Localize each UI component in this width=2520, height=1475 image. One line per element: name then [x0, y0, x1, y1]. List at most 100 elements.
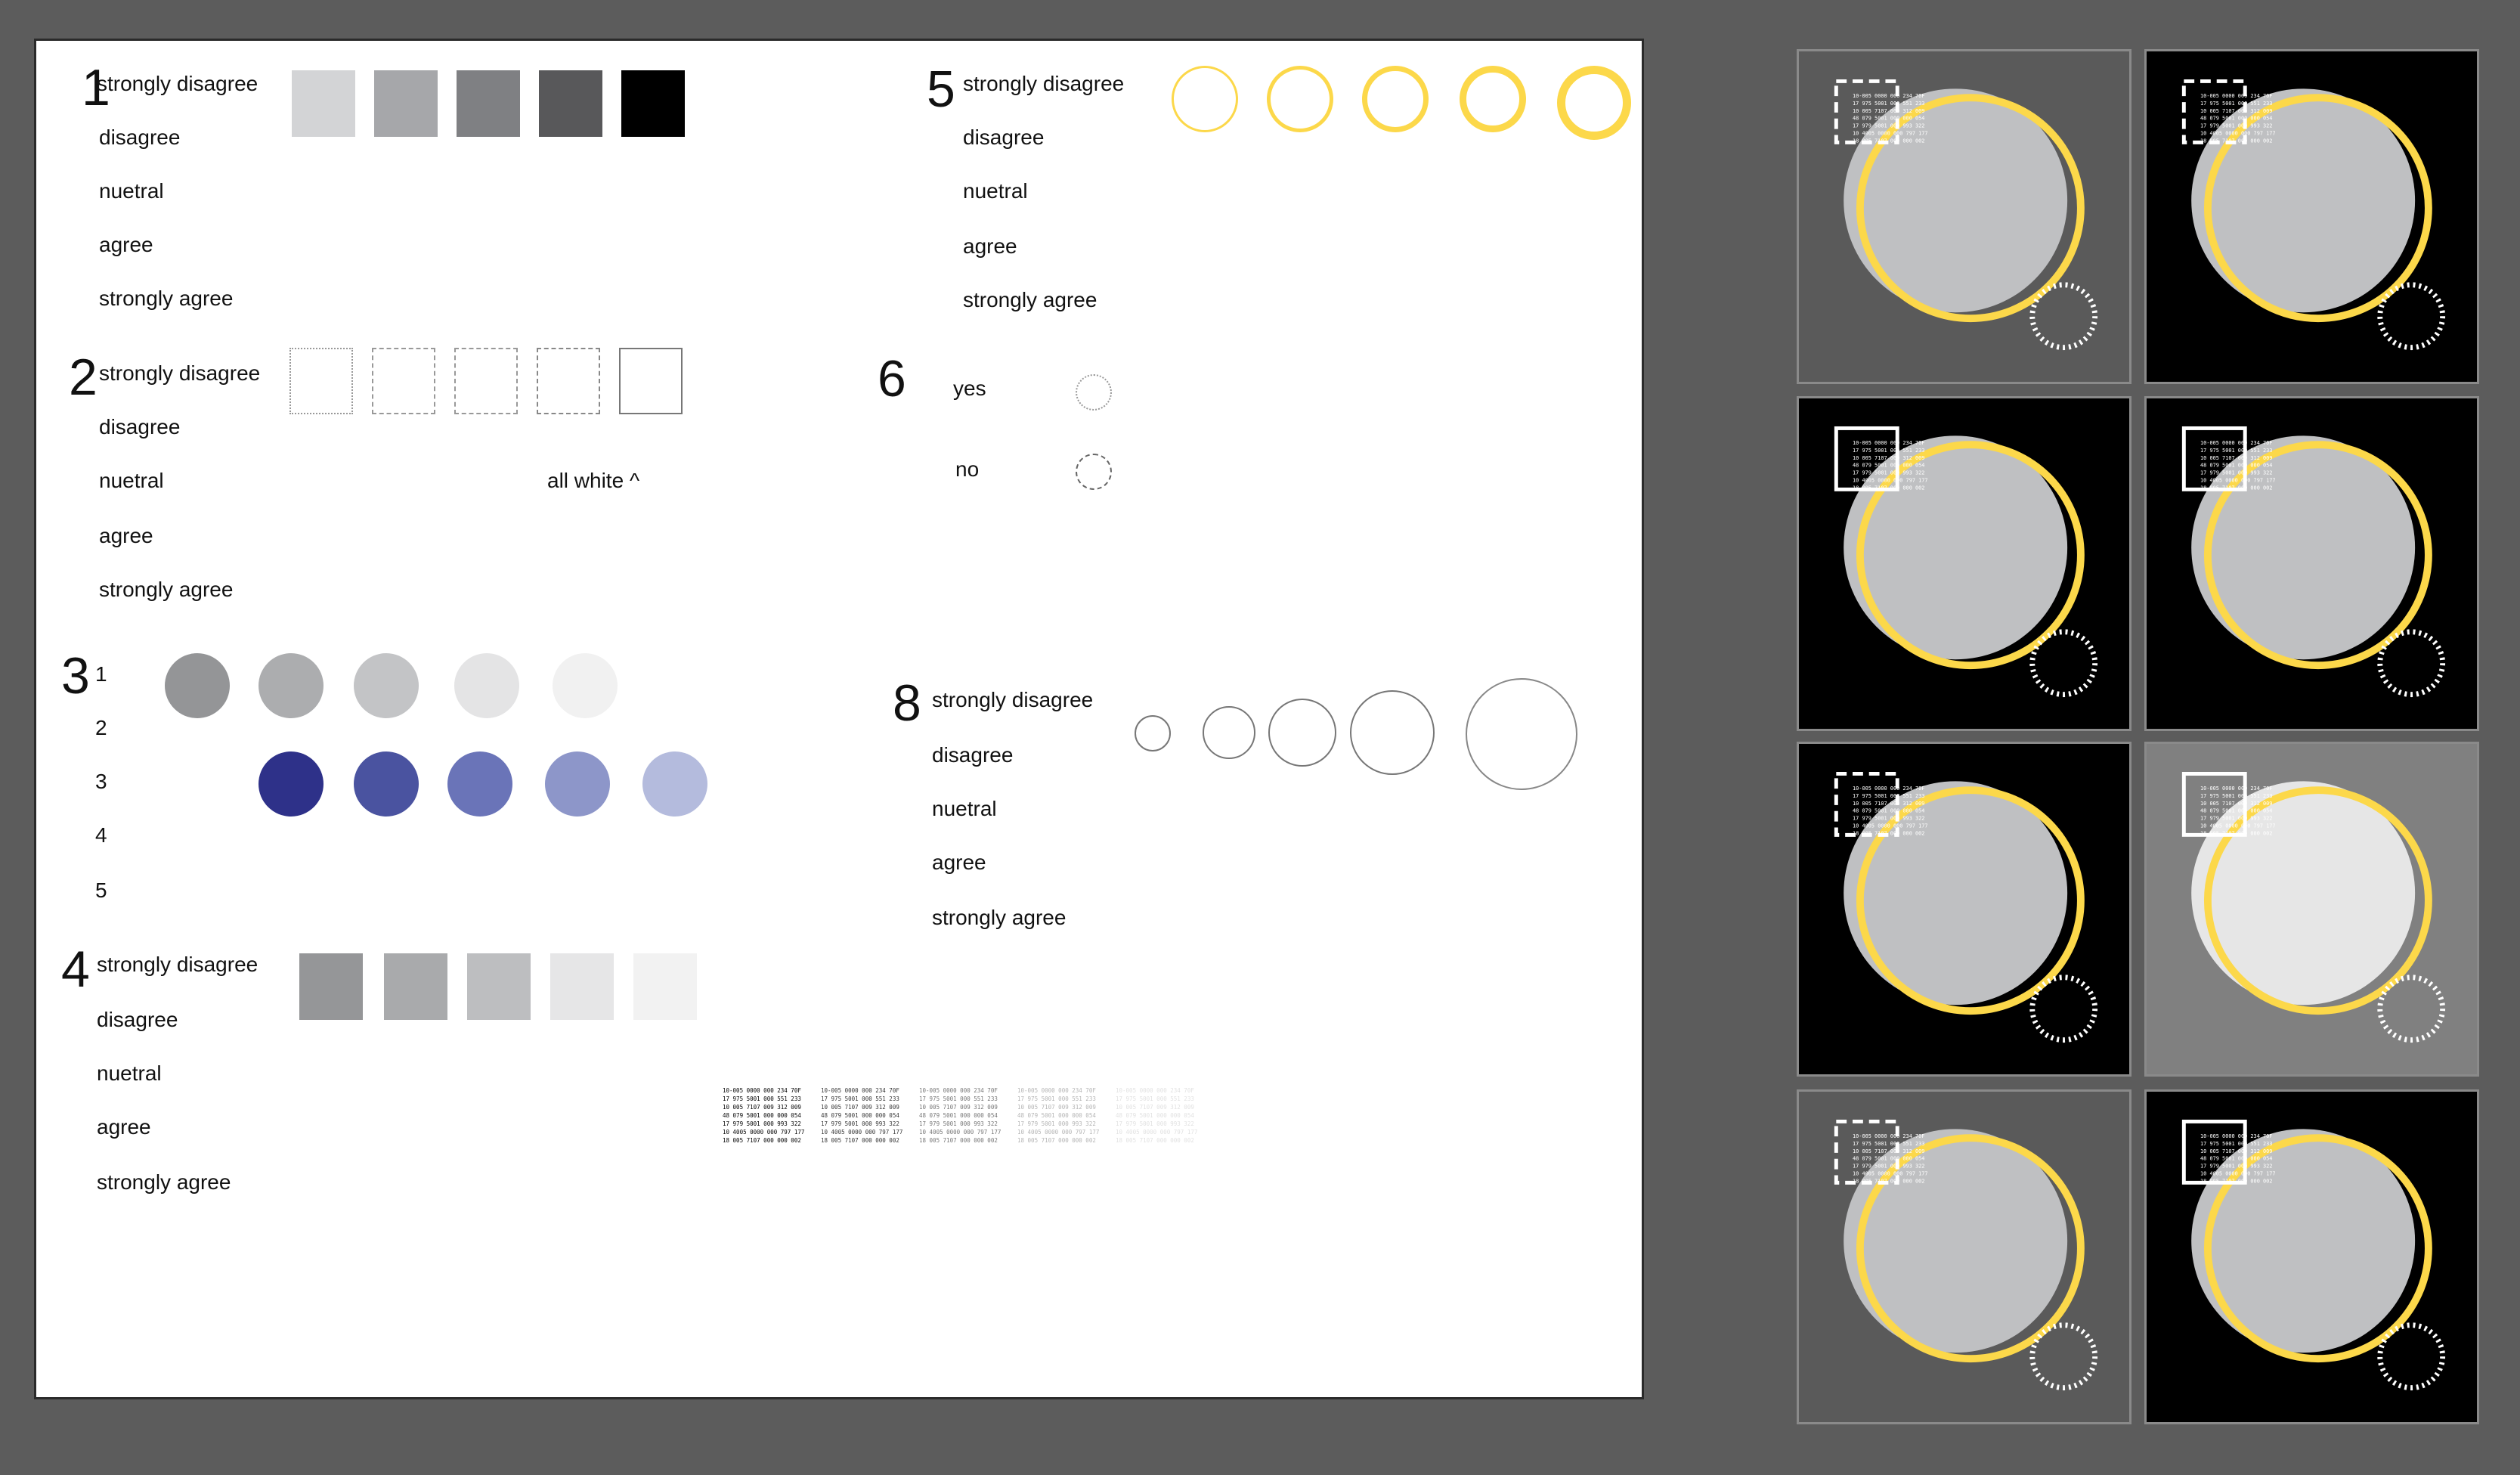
label-strongly-agree: strongly agree — [99, 287, 234, 310]
label-nuetral: nuetral — [99, 179, 164, 203]
numeric-text-line: 18 005 7107 000 000 002 — [2200, 830, 2272, 836]
outline-swatch-1 — [289, 348, 353, 414]
numeric-text-line: 17 979 5001 000 993 322 — [2200, 123, 2272, 129]
numeric-text-line: 10 005 7107 009 312 009 — [2200, 801, 2272, 807]
numeric-text-line: 17 975 5001 000 551 233 — [2200, 793, 2272, 799]
outline-swatch-3 — [454, 348, 518, 414]
numeric-text-line: 18 005 7107 000 000 002 — [1853, 830, 1924, 836]
thumbnail-graphic: 10-005 0000 000 234 70F17 975 5001 000 5… — [2181, 79, 2446, 351]
numeric-text-line: 17 975 5001 000 551 233 — [1853, 793, 1924, 799]
gray-circle-4 — [454, 653, 519, 718]
swatch-2 — [384, 953, 447, 1020]
numeric-text-block-4: 10-005 0000 000 234 70F 17 975 5001 000 … — [1017, 1087, 1100, 1144]
numeric-text-line: 10 4005 0000 000 797 177 — [2200, 477, 2276, 483]
numeric-text-line: 10 4005 0000 000 797 177 — [1853, 1170, 1928, 1176]
numeric-text-line: 10-005 0000 000 234 70F — [2200, 1133, 2272, 1139]
gray-circle-3 — [354, 653, 419, 718]
blue-circle-3 — [447, 751, 512, 817]
swatch-3 — [457, 70, 520, 137]
numeric-text-line: 17 975 5001 000 551 233 — [1853, 1141, 1924, 1147]
numeric-text-line: 48 079 5001 000 000 054 — [2200, 463, 2272, 469]
swatch-5 — [633, 953, 697, 1020]
numeric-text-line: 10-005 0000 000 234 70F — [1853, 786, 1924, 792]
size-ring-4 — [1350, 690, 1435, 775]
label-agree: agree — [99, 233, 153, 256]
thumbnail-5[interactable]: 10-005 0000 000 234 70F 17 975 5001 000 5… — [1797, 742, 2131, 1077]
numeric-text-line: 48 079 5001 000 000 054 — [1853, 1156, 1924, 1162]
numeric-text-line: 10 005 7107 009 312 009 — [2200, 108, 2272, 114]
dotted-circle-yes — [1076, 374, 1112, 411]
numeric-text-line: 17 975 5001 000 551 233 — [1853, 101, 1924, 107]
numeric-text-block-1: 10-005 0000 000 234 70F 17 975 5001 000 … — [723, 1087, 805, 1144]
swatch-1 — [299, 953, 363, 1020]
numeric-text-line: 10 4005 0000 000 797 177 — [1853, 130, 1928, 136]
swatch-5 — [621, 70, 685, 137]
numeric-text-line: 48 079 5001 000 000 054 — [2200, 1156, 2272, 1162]
label-strongly-agree: strongly agree — [932, 906, 1067, 929]
numeric-text-line: 17 979 5001 000 993 322 — [1853, 816, 1924, 822]
yellow-ring-4 — [1460, 66, 1526, 132]
thumbnail-graphic: 10-005 0000 000 234 70F 17 975 5001 000 5… — [2181, 1119, 2446, 1391]
section-number: 2 — [69, 349, 98, 406]
label-no: no — [955, 457, 980, 481]
numeric-text-line: 10-005 0000 000 234 70F — [1853, 1133, 1924, 1139]
yellow-ring-5 — [1557, 66, 1631, 140]
numeric-text-line: 10-005 0000 000 234 70F — [1853, 93, 1924, 99]
thumbnail-2[interactable]: 10-005 0000 000 234 70F 17 975 5001 000 5… — [2144, 49, 2479, 384]
label-agree: agree — [99, 524, 153, 547]
label-strongly-disagree: strongly disagree — [99, 361, 261, 385]
outline-swatch-2 — [372, 348, 435, 414]
label-disagree: disagree — [963, 125, 1045, 149]
scale-label-2: 2 — [95, 716, 107, 739]
thumbnail-graphic: 10-005 0000 000 234 70F17 975 5001 000 5… — [1834, 426, 2098, 698]
outline-swatch-5 — [619, 348, 683, 414]
numeric-text-line: 17 975 5001 000 551 233 — [2200, 101, 2272, 107]
label-nuetral: nuetral — [963, 179, 1028, 203]
numeric-text-block-3: 10-005 0000 000 234 70F 17 975 5001 000 … — [919, 1087, 1001, 1144]
numeric-text-line: 18 005 7107 000 000 002 — [2200, 1178, 2272, 1184]
thumbnail-8[interactable]: 10-005 0000 000 234 70F 17 975 5001 000 5… — [2144, 1089, 2479, 1424]
thumbnail-3[interactable]: 10-005 0000 000 234 70F 17 975 5001 000 5… — [1797, 396, 2131, 731]
numeric-text-line: 10-005 0000 000 234 70F — [1853, 440, 1924, 446]
blue-circle-4 — [545, 751, 610, 817]
numeric-text-line: 10 4005 0000 000 797 177 — [2200, 130, 2276, 136]
thumbnail-4[interactable]: 10-005 0000 000 234 70F 17 975 5001 000 5… — [2144, 396, 2479, 731]
label-agree: agree — [932, 851, 986, 874]
gray-circle-1 — [165, 653, 230, 718]
numeric-text-line: 10 005 7107 009 312 009 — [1853, 108, 1924, 114]
thumbnail-6[interactable]: 10-005 0000 000 234 70F 17 975 5001 000 5… — [2144, 742, 2479, 1077]
numeric-text-line: 48 079 5001 000 000 054 — [1853, 463, 1924, 469]
numeric-text-line: 48 079 5001 000 000 054 — [1853, 808, 1924, 814]
section-number: 5 — [927, 60, 955, 118]
numeric-text-line: 48 079 5001 000 000 054 — [2200, 116, 2272, 122]
scale-label-3: 3 — [95, 770, 107, 793]
outline-swatch-4 — [537, 348, 600, 414]
numeric-text-line: 48 079 5001 000 000 054 — [1853, 116, 1924, 122]
numeric-text-line: 10 005 7107 009 312 009 — [2200, 1148, 2272, 1154]
yellow-ring-1 — [1172, 66, 1238, 132]
blue-circle-2 — [354, 751, 419, 817]
numeric-text-line: 10 005 7107 009 312 009 — [1853, 1148, 1924, 1154]
numeric-text-line: 10 4005 0000 000 797 177 — [1853, 823, 1928, 829]
thumbnail-graphic: 10-005 0000 000 234 70F17 975 5001 000 5… — [2181, 771, 2446, 1043]
numeric-text-line: 18 005 7107 000 000 002 — [2200, 138, 2272, 144]
thumbnail-7[interactable]: 10-005 0000 000 234 70F 17 975 5001 000 5… — [1797, 1089, 2131, 1424]
size-ring-5 — [1466, 678, 1577, 790]
swatch-3 — [467, 953, 531, 1020]
label-agree: agree — [97, 1115, 151, 1139]
thumbnail-graphic: 10-005 0000 000 234 70F 17 975 5001 000 5… — [1834, 79, 2098, 351]
thumbnail-graphic: 10-005 0000 000 234 70F17 975 5001 000 5… — [2181, 426, 2446, 698]
gray-circle-2 — [259, 653, 324, 718]
numeric-text-line: 17 975 5001 000 551 233 — [2200, 1141, 2272, 1147]
numeric-text-line: 10-005 0000 000 234 70F — [2200, 440, 2272, 446]
scale-label-1: 1 — [95, 662, 107, 686]
section-number: 4 — [61, 940, 90, 998]
numeric-text-line: 17 979 5001 000 993 322 — [2200, 816, 2272, 822]
artboard: 1 strongly disagree disagree nuetral agr… — [34, 39, 1644, 1399]
label-strongly-disagree: strongly disagree — [963, 72, 1125, 95]
yellow-ring-3 — [1362, 66, 1429, 132]
thumbnail-1[interactable]: 10-005 0000 000 234 70F 17 975 5001 000 5… — [1797, 49, 2131, 384]
yellow-ring-2 — [1267, 66, 1333, 132]
label-disagree: disagree — [99, 415, 181, 438]
label-strongly-agree: strongly agree — [963, 288, 1097, 311]
